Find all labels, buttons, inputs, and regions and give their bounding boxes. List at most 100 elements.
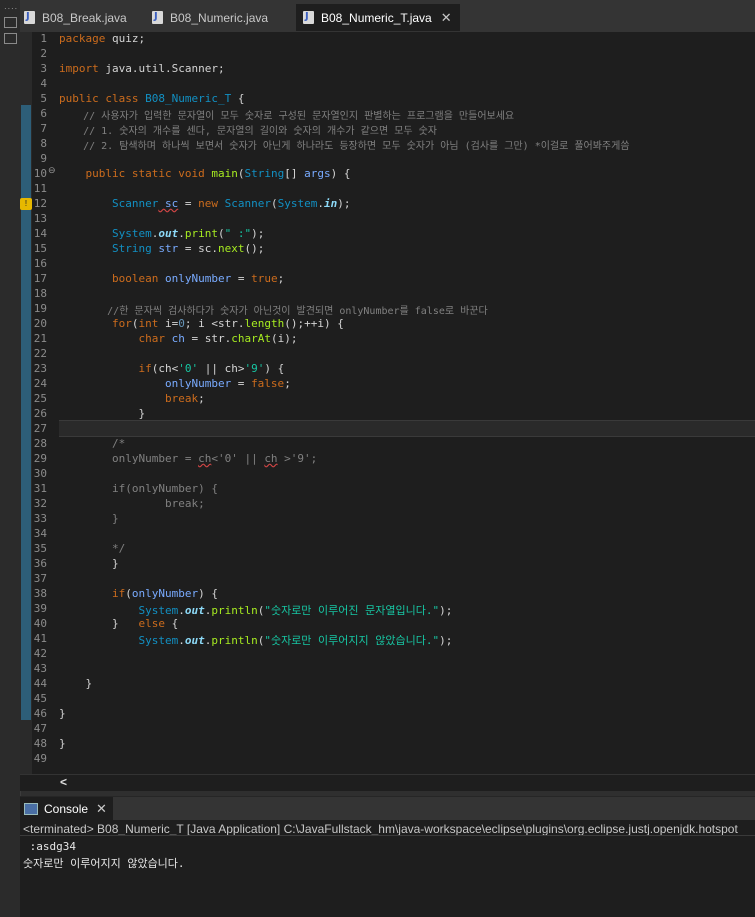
close-icon[interactable]: ✕ [96, 801, 107, 817]
code-editor[interactable]: ! 1 2 3 4 5 6 7 8 9 10 11 12 13 14 15 16 17 18 19 20 21 22 23 2… [20, 32, 755, 774]
line-number: 3 [40, 62, 47, 75]
code-line-1: package quiz; [59, 32, 146, 45]
console-output[interactable]: <terminated> B08_Numeric_T [Java Applica… [20, 820, 755, 917]
line-number: 34 [33, 527, 47, 540]
code-line-41: System.out.println("숫자로만 이루어지지 않았습니다."); [59, 634, 453, 647]
line-number: 5 [40, 92, 47, 105]
line-number: 22 [33, 347, 47, 360]
line-number: 39 [33, 602, 47, 615]
console-divider [20, 835, 755, 836]
code-line-6: // 사용자가 입력한 문자열이 모두 숫자로 구성된 문자열인지 판별하는 프… [59, 111, 515, 122]
close-icon[interactable]: ✕ [441, 10, 452, 26]
line-number: 38 [33, 587, 47, 600]
line-number: 42 [33, 647, 47, 660]
restore-icon[interactable] [4, 17, 17, 28]
tab-label: B08_Break.java [42, 10, 127, 25]
code-line-28: /* [59, 437, 126, 450]
line-number: 14 [33, 227, 47, 240]
quick-fix-icon[interactable]: ! [20, 198, 32, 210]
code-line-12: Scanner sc = new Scanner(System.in); [59, 197, 351, 210]
line-number: 15 [33, 242, 47, 255]
code-line-23: if(ch<'0' || ch>'9') { [59, 362, 285, 375]
editor-tab-bar: B08_Break.java B08_Numeric.java B08_Nume… [20, 0, 755, 33]
console-tab-label: Console [44, 802, 89, 816]
code-line-31: if(onlyNumber) { [59, 482, 218, 495]
line-number: 7 [40, 122, 47, 135]
console-icon [24, 803, 38, 815]
java-file-icon [24, 11, 35, 24]
line-number: 9 [40, 152, 47, 165]
code-line-15: String str = sc.next(); [59, 242, 265, 255]
tab-b08-numeric[interactable]: B08_Numeric.java [152, 4, 268, 31]
line-number: 48 [33, 737, 47, 750]
line-number: 17 [33, 272, 47, 285]
line-number: 31 [33, 482, 47, 495]
code-line-35: */ [59, 542, 126, 555]
left-toolbar-strip: ∙∙∙∙ [0, 0, 21, 917]
line-number: 35 [33, 542, 47, 555]
code-line-24: onlyNumber = false; [59, 377, 291, 390]
code-line-39: System.out.println("숫자로만 이루어진 문자열입니다."); [59, 604, 453, 617]
line-number: 20 [33, 317, 47, 330]
java-file-icon [152, 11, 163, 24]
line-number: 11 [33, 182, 47, 195]
line-number: 47 [33, 722, 47, 735]
code-line-7: // 1. 숫자의 개수를 센다, 문자열의 길이와 숫자의 개수가 같으면 모… [59, 126, 438, 137]
line-number: 8 [40, 137, 47, 150]
line-number: 41 [33, 632, 47, 645]
drag-handle-icon[interactable]: ∙∙∙∙ [4, 3, 18, 13]
line-number: 40 [33, 617, 47, 630]
console-output-line: 숫자로만 이루어지지 않았습니다. [23, 857, 185, 870]
tab-label: B08_Numeric_T.java [321, 10, 432, 25]
code-line-5: public class B08_Numeric_T { [59, 92, 245, 105]
code-line-8: // 2. 탐색하며 하나씩 보면서 숫자가 아닌게 하나라도 등장하면 모두 … [59, 141, 630, 152]
line-number: 28 [33, 437, 47, 450]
line-number: 13 [33, 212, 47, 225]
line-number: 6 [40, 107, 47, 120]
fold-toggle-icon[interactable]: ⊖ [48, 165, 56, 176]
tab-console[interactable]: Console ✕ [20, 797, 113, 821]
line-number: 12 [33, 197, 47, 210]
line-number: 24 [33, 377, 47, 390]
scroll-left-icon[interactable]: < [60, 775, 67, 789]
code-line-20: for(int i=0; i <str.length();++i) { [59, 317, 344, 330]
console-status-line: <terminated> B08_Numeric_T [Java Applica… [23, 822, 738, 836]
current-line-highlight [59, 420, 755, 437]
line-number: 26 [33, 407, 47, 420]
code-line-25: break; [59, 392, 205, 405]
code-line-10: public static void main(String[] args) { [59, 167, 351, 180]
tab-b08-break[interactable]: B08_Break.java [24, 4, 127, 31]
code-line-48: } [59, 737, 66, 750]
line-number: 46 [33, 707, 47, 720]
line-number: 25 [33, 392, 47, 405]
line-number: 36 [33, 557, 47, 570]
line-number: 19 [33, 302, 47, 315]
code-line-40: } else { [59, 617, 179, 630]
code-line-38: if(onlyNumber) { [59, 587, 218, 600]
java-file-icon [303, 11, 314, 24]
line-number: 4 [40, 77, 47, 90]
line-number: 33 [33, 512, 47, 525]
code-line-44: } [59, 677, 93, 690]
line-number: 30 [33, 467, 47, 480]
code-line-14: System.out.print(" :"); [59, 227, 265, 240]
line-number: 1 [40, 32, 47, 45]
code-line-21: char ch = str.charAt(i); [59, 332, 298, 345]
line-number: 43 [33, 662, 47, 675]
code-line-17: boolean onlyNumber = true; [59, 272, 285, 285]
line-number: 37 [33, 572, 47, 585]
code-line-26: } [59, 407, 146, 420]
line-number: 10 [33, 167, 47, 180]
line-number: 49 [33, 752, 47, 765]
maximize-icon[interactable] [4, 33, 17, 44]
tab-label: B08_Numeric.java [170, 10, 269, 25]
line-number: 23 [33, 362, 47, 375]
line-number: 16 [33, 257, 47, 270]
line-number: 27 [33, 422, 47, 435]
line-number: 18 [33, 287, 47, 300]
line-number: 44 [33, 677, 47, 690]
line-number: 21 [33, 332, 47, 345]
code-line-19: //한 문자씩 검사하다가 숫자가 아닌것이 발견되면 onlyNumber를 … [59, 306, 488, 317]
tab-b08-numeric-t[interactable]: B08_Numeric_T.java ✕ [296, 4, 460, 31]
horizontal-scrollbar[interactable]: < [20, 774, 755, 791]
